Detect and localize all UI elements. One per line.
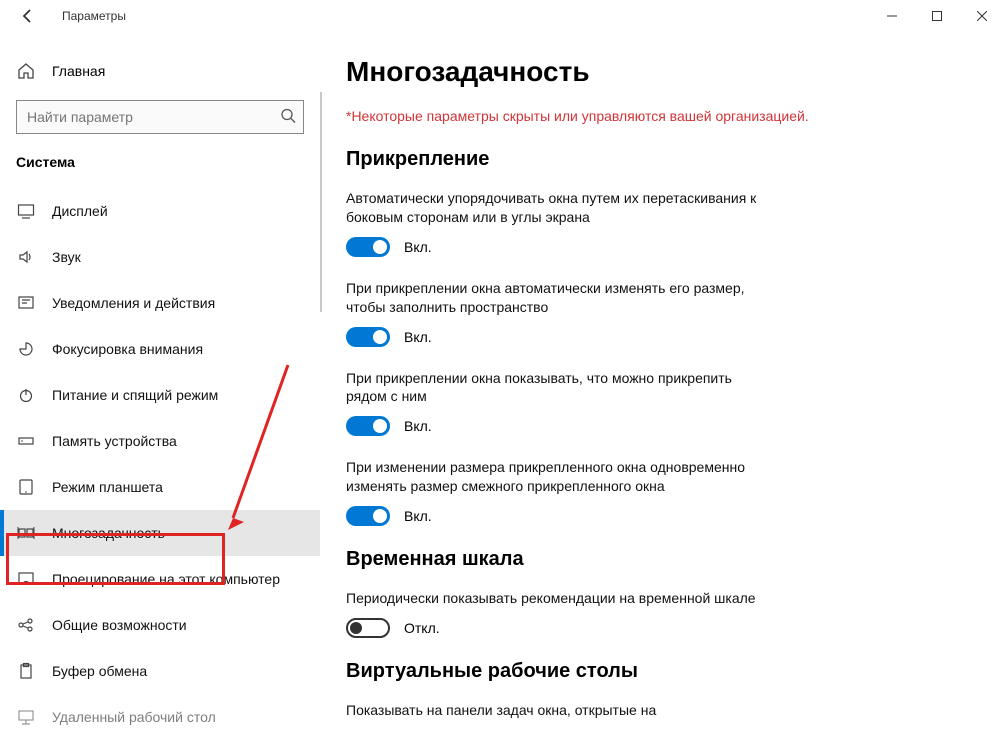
- projecting-icon: [16, 570, 36, 588]
- sidebar-item-label: Режим планшета: [52, 479, 163, 495]
- nav: Дисплей Звук Уведомления и действия Фоку…: [0, 188, 320, 740]
- toggle-timeline-suggestions[interactable]: [346, 618, 390, 638]
- power-icon: [16, 386, 36, 404]
- home-label: Главная: [52, 63, 105, 79]
- sidebar-item-projecting[interactable]: Проецирование на этот компьютер: [0, 556, 320, 602]
- sidebar-item-display[interactable]: Дисплей: [0, 188, 320, 234]
- remote-icon: [16, 708, 36, 726]
- sidebar-item-storage[interactable]: Память устройства: [0, 418, 320, 464]
- toggle-state-label: Вкл.: [404, 508, 432, 524]
- back-button[interactable]: [8, 8, 48, 24]
- sidebar-item-sound[interactable]: Звук: [0, 234, 320, 280]
- setting-text: Периодически показывать рекомендации на …: [346, 589, 776, 608]
- focus-icon: [16, 340, 36, 358]
- toggle-snap-auto-arrange[interactable]: [346, 237, 390, 257]
- sidebar-item-label: Проецирование на этот компьютер: [52, 571, 280, 587]
- sidebar-group-title: Система: [0, 154, 320, 188]
- toggle-state-label: Откл.: [404, 620, 440, 636]
- sidebar-item-focus[interactable]: Фокусировка внимания: [0, 326, 320, 372]
- sidebar-item-label: Дисплей: [52, 203, 108, 219]
- page-title: Многозадачность: [346, 56, 974, 88]
- toggle-state-label: Вкл.: [404, 239, 432, 255]
- sidebar-item-tablet[interactable]: Режим планшета: [0, 464, 320, 510]
- minimize-icon: [887, 11, 897, 21]
- sidebar-item-label: Уведомления и действия: [52, 295, 215, 311]
- close-button[interactable]: [959, 0, 1004, 32]
- search-icon: [280, 108, 296, 127]
- section-title-virtual-desktops: Виртуальные рабочие столы: [346, 660, 974, 683]
- home-icon: [16, 62, 36, 80]
- sidebar-item-label: Звук: [52, 249, 81, 265]
- storage-icon: [16, 432, 36, 450]
- sound-icon: [16, 248, 36, 266]
- sidebar-item-label: Удаленный рабочий стол: [52, 709, 216, 725]
- setting-text: При прикреплении окна показывать, что мо…: [346, 369, 776, 407]
- maximize-icon: [932, 11, 942, 21]
- sidebar-item-power[interactable]: Питание и спящий режим: [0, 372, 320, 418]
- multitasking-icon: [16, 524, 36, 542]
- org-notice: *Некоторые параметры скрыты или управляю…: [346, 108, 974, 124]
- close-icon: [977, 11, 987, 21]
- search-wrap: [16, 100, 304, 134]
- sidebar-item-shared[interactable]: Общие возможности: [0, 602, 320, 648]
- sidebar-item-label: Фокусировка внимания: [52, 341, 203, 357]
- section-title-timeline: Временная шкала: [346, 548, 974, 571]
- sidebar-item-label: Общие возможности: [52, 617, 187, 633]
- sidebar: Главная Система Дисплей Звук Уведомления…: [0, 32, 320, 755]
- arrow-left-icon: [20, 8, 36, 24]
- sidebar-item-remote[interactable]: Удаленный рабочий стол: [0, 694, 320, 740]
- search-input[interactable]: [16, 100, 304, 134]
- tablet-icon: [16, 478, 36, 496]
- maximize-button[interactable]: [914, 0, 959, 32]
- toggle-snap-resize-adjacent[interactable]: [346, 506, 390, 526]
- content: Многозадачность *Некоторые параметры скр…: [320, 32, 1004, 755]
- toggle-state-label: Вкл.: [404, 418, 432, 434]
- clipboard-icon: [16, 662, 36, 680]
- sidebar-item-label: Многозадачность: [52, 525, 165, 541]
- display-icon: [16, 202, 36, 220]
- setting-text: Автоматически упорядочивать окна путем и…: [346, 189, 776, 227]
- section-title-snap: Прикрепление: [346, 148, 974, 171]
- setting-text: Показывать на панели задач окна, открыты…: [346, 701, 776, 720]
- sidebar-item-clipboard[interactable]: Буфер обмена: [0, 648, 320, 694]
- scrollbar[interactable]: [320, 92, 322, 312]
- home-item[interactable]: Главная: [0, 56, 320, 92]
- sidebar-item-label: Питание и спящий режим: [52, 387, 218, 403]
- sidebar-item-label: Память устройства: [52, 433, 177, 449]
- setting-text: При изменении размера прикрепленного окн…: [346, 458, 776, 496]
- titlebar: Параметры: [0, 0, 1004, 32]
- toggle-state-label: Вкл.: [404, 329, 432, 345]
- toggle-snap-assist[interactable]: [346, 416, 390, 436]
- toggle-snap-fill[interactable]: [346, 327, 390, 347]
- notifications-icon: [16, 294, 36, 312]
- minimize-button[interactable]: [869, 0, 914, 32]
- sidebar-item-label: Буфер обмена: [52, 663, 147, 679]
- setting-text: При прикреплении окна автоматически изме…: [346, 279, 776, 317]
- sidebar-item-multitasking[interactable]: Многозадачность: [0, 510, 320, 556]
- shared-icon: [16, 616, 36, 634]
- window-title: Параметры: [48, 9, 126, 23]
- sidebar-item-notifications[interactable]: Уведомления и действия: [0, 280, 320, 326]
